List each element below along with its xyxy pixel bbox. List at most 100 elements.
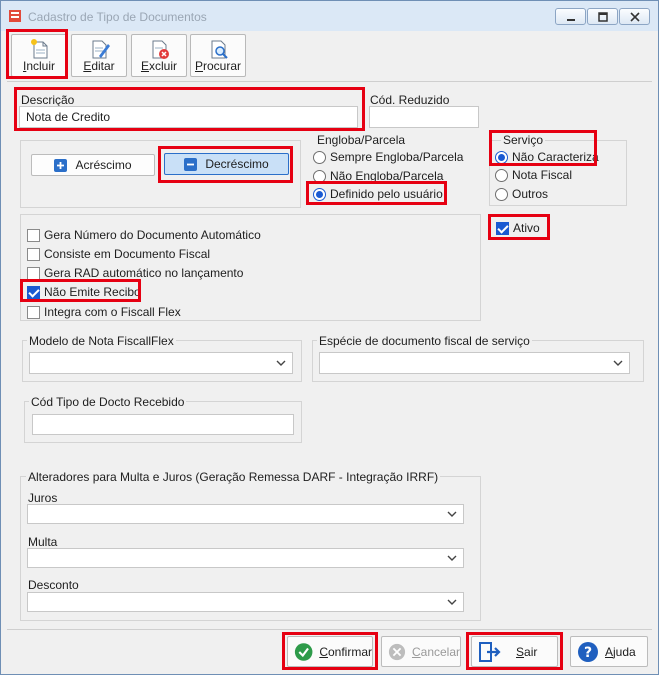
search-document-icon bbox=[211, 40, 228, 59]
sair-button[interactable]: Sair bbox=[471, 636, 558, 667]
ajuda-button[interactable]: ? Ajuda bbox=[570, 636, 648, 667]
check-gera-numero[interactable]: Gera Número do Documento Automático bbox=[27, 228, 261, 242]
editar-label: Editar bbox=[83, 59, 115, 73]
decrescimo-label: Decréscimo bbox=[205, 157, 269, 171]
modelo-label: Modelo de Nota FiscallFlex bbox=[27, 334, 176, 348]
minimize-icon bbox=[566, 18, 575, 21]
consiste-fiscal-checkbox[interactable] bbox=[27, 247, 40, 261]
integra-fiscall-checkbox[interactable] bbox=[27, 305, 40, 319]
close-icon bbox=[629, 11, 640, 22]
especie-select[interactable] bbox=[319, 352, 630, 374]
descricao-label: Descrição bbox=[21, 93, 75, 107]
desconto-select[interactable] bbox=[27, 592, 464, 612]
incluir-button[interactable]: Incluir bbox=[11, 34, 67, 77]
plus-icon bbox=[54, 158, 68, 172]
juros-select[interactable] bbox=[27, 504, 464, 524]
check-label: Consiste em Documento Fiscal bbox=[44, 247, 211, 261]
cancel-circle-icon bbox=[388, 643, 406, 660]
gera-numero-checkbox[interactable] bbox=[27, 228, 40, 242]
procurar-button[interactable]: Procurar bbox=[190, 34, 246, 77]
delete-document-icon bbox=[152, 40, 169, 59]
excluir-button[interactable]: Excluir bbox=[131, 34, 187, 77]
servico-option-label: Nota Fiscal bbox=[512, 168, 573, 182]
check-label: Gera RAD automático no lançamento bbox=[44, 266, 244, 280]
help-icon: ? bbox=[578, 641, 598, 662]
engloba-option-sempre[interactable]: Sempre Engloba/Parcela bbox=[313, 150, 463, 164]
exit-door-icon bbox=[479, 641, 501, 662]
toolbar-separator bbox=[7, 81, 652, 82]
new-document-icon bbox=[31, 39, 48, 59]
especie-label: Espécie de documento fiscal de serviço bbox=[317, 334, 532, 348]
editar-button[interactable]: Editar bbox=[71, 34, 127, 77]
engloba-option-label: Não Engloba/Parcela bbox=[330, 169, 444, 183]
chevron-down-icon bbox=[447, 555, 457, 561]
cod-tipo-input[interactable] bbox=[32, 414, 294, 435]
window-title: Cadastro de Tipo de Documentos bbox=[28, 10, 207, 24]
radio-nao-engloba[interactable] bbox=[313, 169, 326, 183]
alteradores-title: Alteradores para Multa e Juros (Geração … bbox=[26, 470, 441, 484]
check-label: Não Emite Recibo bbox=[44, 285, 141, 299]
acrescimo-button[interactable]: Acréscimo bbox=[31, 154, 155, 176]
engloba-option-definido[interactable]: Definido pelo usuário bbox=[313, 187, 443, 201]
check-label: Gera Número do Documento Automático bbox=[44, 228, 261, 242]
ativo-checkbox[interactable] bbox=[496, 221, 509, 235]
close-button[interactable] bbox=[619, 8, 650, 25]
ativo-checkbox-row[interactable]: Ativo bbox=[496, 221, 540, 235]
confirmar-label: Confirmar bbox=[319, 644, 372, 659]
modelo-select[interactable] bbox=[29, 352, 293, 374]
decrescimo-button[interactable]: Decréscimo bbox=[164, 153, 289, 175]
ajuda-label: Ajuda bbox=[605, 644, 636, 659]
cod-tipo-label: Cód Tipo de Docto Recebido bbox=[29, 395, 187, 409]
servico-option-outros[interactable]: Outros bbox=[495, 187, 548, 201]
chevron-down-icon bbox=[613, 360, 623, 366]
engloba-option-nao[interactable]: Não Engloba/Parcela bbox=[313, 169, 443, 183]
radio-sempre[interactable] bbox=[313, 150, 326, 164]
check-label: Integra com o Fiscall Flex bbox=[44, 305, 181, 319]
gera-rad-checkbox[interactable] bbox=[27, 266, 40, 280]
footer-separator bbox=[7, 629, 652, 630]
servico-option-label: Não Caracteriza bbox=[512, 150, 599, 164]
cancelar-label: Cancelar bbox=[411, 644, 460, 659]
engloba-option-label: Sempre Engloba/Parcela bbox=[330, 150, 464, 164]
check-integra-fiscall[interactable]: Integra com o Fiscall Flex bbox=[27, 305, 181, 319]
maximize-button[interactable] bbox=[587, 8, 618, 25]
juros-label: Juros bbox=[28, 491, 58, 505]
check-gera-rad[interactable]: Gera RAD automático no lançamento bbox=[27, 266, 243, 280]
servico-title: Serviço bbox=[501, 133, 546, 147]
descricao-input[interactable]: Nota de Credito bbox=[19, 106, 358, 128]
check-consiste-fiscal[interactable]: Consiste em Documento Fiscal bbox=[27, 247, 210, 261]
maximize-icon bbox=[597, 11, 608, 22]
app-icon bbox=[9, 10, 21, 22]
multa-label: Multa bbox=[28, 535, 58, 549]
minimize-button[interactable] bbox=[555, 8, 586, 25]
incluir-label: Incluir bbox=[22, 59, 56, 73]
check-circle-icon bbox=[294, 642, 313, 661]
ativo-label: Ativo bbox=[513, 221, 540, 235]
edit-document-icon bbox=[92, 40, 110, 59]
nao-emite-recibo-checkbox[interactable] bbox=[27, 285, 40, 299]
title-bar: Cadastro de Tipo de Documentos bbox=[1, 1, 658, 31]
radio-nao-caracteriza[interactable] bbox=[495, 150, 508, 164]
excluir-label: Excluir bbox=[140, 59, 178, 73]
engloba-title: Engloba/Parcela bbox=[317, 133, 406, 147]
svg-text:?: ? bbox=[584, 645, 592, 661]
chevron-down-icon bbox=[447, 599, 457, 605]
cancelar-button[interactable]: Cancelar bbox=[381, 636, 461, 667]
cod-reduzido-input[interactable] bbox=[369, 106, 479, 128]
radio-nota-fiscal[interactable] bbox=[495, 168, 508, 182]
sair-label: Sair bbox=[516, 644, 538, 659]
engloba-option-label: Definido pelo usuário bbox=[330, 187, 443, 201]
servico-option-nota-fiscal[interactable]: Nota Fiscal bbox=[495, 168, 572, 182]
procurar-label: Procurar bbox=[194, 59, 242, 73]
radio-outros[interactable] bbox=[495, 187, 508, 201]
chevron-down-icon bbox=[276, 360, 286, 366]
radio-definido[interactable] bbox=[313, 187, 326, 201]
multa-select[interactable] bbox=[27, 548, 464, 568]
check-nao-emite-recibo[interactable]: Não Emite Recibo bbox=[27, 285, 141, 299]
confirmar-button[interactable]: Confirmar bbox=[287, 636, 373, 667]
cod-reduzido-label: Cód. Reduzido bbox=[370, 93, 450, 107]
chevron-down-icon bbox=[447, 511, 457, 517]
acrescimo-label: Acréscimo bbox=[75, 158, 132, 172]
servico-option-nao-caracteriza[interactable]: Não Caracteriza bbox=[495, 150, 599, 164]
servico-option-label: Outros bbox=[512, 187, 549, 201]
